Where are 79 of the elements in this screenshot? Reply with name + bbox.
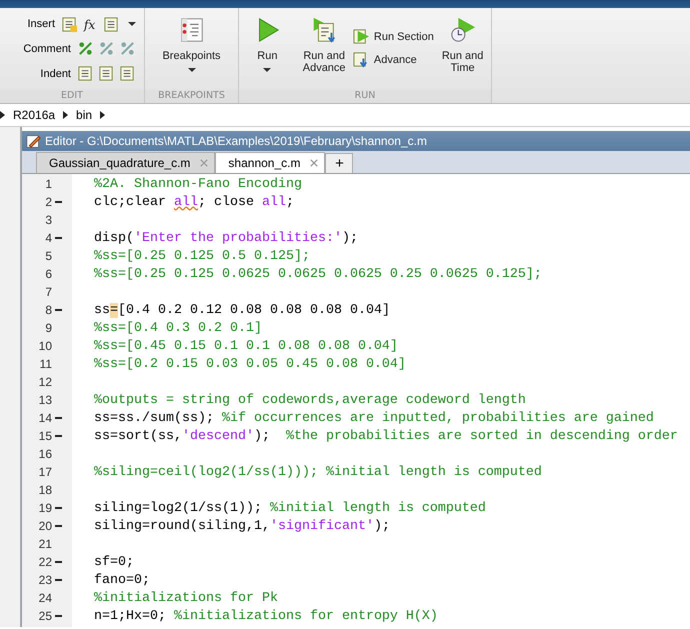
run-section-button[interactable]: Run Section xyxy=(352,28,434,45)
code-line: ss=[0.4 0.2 0.12 0.08 0.08 0.08 0.04] xyxy=(94,302,390,318)
line-number: 2 xyxy=(44,194,52,211)
file-tab[interactable]: Gaussian_quadrature_c.m xyxy=(36,152,216,173)
breakpoint-dash[interactable] xyxy=(54,309,62,311)
line-number: 16 xyxy=(38,446,52,463)
stopwatch-play-icon xyxy=(448,16,477,44)
line-number: 19 xyxy=(38,500,52,517)
line-number: 25 xyxy=(38,608,52,625)
code-line: siling=round(siling,1,'significant'); xyxy=(94,518,390,534)
code-line: %ss=[0.4 0.3 0.2 0.1] xyxy=(94,320,262,336)
line-number: 24 xyxy=(38,590,52,607)
line-number: 14 xyxy=(38,410,52,427)
breakpoint-dash[interactable] xyxy=(54,579,62,581)
breakpoint-dash[interactable] xyxy=(54,201,62,203)
breadcrumb-arrow-icon xyxy=(63,111,68,119)
breakpoint-dash[interactable] xyxy=(54,237,62,239)
advance-button[interactable]: Advance xyxy=(352,51,434,68)
breakpoint-dash[interactable] xyxy=(54,507,62,509)
edit-row-label: Comment xyxy=(23,42,71,55)
code-line: %ss=[0.45 0.15 0.1 0.1 0.08 0.08 0.04] xyxy=(94,338,398,354)
run-button[interactable]: Run xyxy=(239,14,296,74)
code-line: n=1;Hx=0; %initializations for entropy H(X) xyxy=(94,608,438,624)
line-number: 13 xyxy=(38,392,52,409)
line-number: 1 xyxy=(44,176,52,193)
line-number: 7 xyxy=(44,284,52,301)
line-number: 8 xyxy=(44,302,52,319)
function-icon[interactable]: fx xyxy=(82,16,99,33)
line-number: 18 xyxy=(38,482,52,499)
code-line: %ss=[0.25 0.125 0.5 0.125]; xyxy=(94,248,310,264)
line-number: 23 xyxy=(38,572,52,589)
new-tab-button[interactable]: + xyxy=(325,153,354,173)
code-line: disp('Enter the probabilities:'); xyxy=(94,230,358,246)
breakpoint-dash[interactable] xyxy=(54,435,62,437)
run-and-time-button[interactable]: Run and Time xyxy=(434,14,491,76)
line-number: 20 xyxy=(38,518,52,535)
code-line: ss=ss./sum(ss); %if occurrences are inputted, probabilities are gained xyxy=(94,410,654,426)
editor-title: Editor - G:\Documents\MATLAB\Examples\2019\February\shannon_c.m xyxy=(45,134,427,148)
code-line: fano=0; xyxy=(94,572,150,588)
line-number: 21 xyxy=(38,536,52,553)
breadcrumb-item[interactable]: R2016a xyxy=(13,108,56,122)
code-line: %ss=[0.2 0.15 0.03 0.05 0.45 0.08 0.04] xyxy=(94,356,406,372)
line-number: 6 xyxy=(44,266,52,283)
edit-row-label: Indent xyxy=(40,68,71,80)
line-number: 9 xyxy=(44,320,52,337)
code-line: %initializations for Pk xyxy=(94,590,278,606)
breadcrumb-arrow-icon xyxy=(100,111,106,119)
file-tab[interactable]: shannon_c.m xyxy=(215,152,326,173)
advance-icon xyxy=(352,51,370,68)
line-number: 10 xyxy=(38,338,52,355)
breadcrumb-arrow-icon xyxy=(0,111,5,119)
code-line: %ss=[0.25 0.125 0.0625 0.0625 0.0625 0.25 0.0625 0.125]; xyxy=(94,266,542,282)
code-line: siling=log2(1/ss(1)); %initial length is computed xyxy=(94,500,486,516)
caret-icon[interactable] xyxy=(128,22,136,26)
line-number: 11 xyxy=(38,356,52,373)
code-line: ss=sort(ss,'descend'); %the probabilities are sorted in descending order xyxy=(94,428,678,444)
breakpoint-dash[interactable] xyxy=(54,615,62,617)
breakpoints-button[interactable]: Breakpoints xyxy=(164,14,220,74)
line-number: 22 xyxy=(38,554,52,571)
code-line: %siling=ceil(log2(1/ss(1))); %initial length is computed xyxy=(94,464,542,480)
run-section-icon xyxy=(352,28,370,45)
breakpoint-dash[interactable] xyxy=(54,525,62,527)
close-icon[interactable] xyxy=(310,159,318,167)
line-number: 4 xyxy=(44,230,52,247)
breadcrumb-item[interactable]: bin xyxy=(76,108,92,122)
code-line: %2A. Shannon-Fano Encoding xyxy=(94,176,302,192)
line-number: 17 xyxy=(38,464,52,481)
breakpoint-dash[interactable] xyxy=(54,561,62,563)
breakpoint-dash[interactable] xyxy=(54,417,62,419)
code-line: sf=0; xyxy=(94,554,134,570)
code-line: clc;clear all; close all; xyxy=(94,194,294,210)
run-and-advance-button[interactable]: Run and Advance xyxy=(296,14,352,76)
line-number: 3 xyxy=(44,212,52,229)
line-number: 12 xyxy=(38,374,52,391)
line-number: 5 xyxy=(44,248,52,265)
code-line: %outputs = string of codewords,average codeword length xyxy=(94,392,526,408)
edit-row-label: Insert xyxy=(27,18,55,30)
pencil-icon xyxy=(26,134,41,148)
line-number: 15 xyxy=(38,428,52,445)
